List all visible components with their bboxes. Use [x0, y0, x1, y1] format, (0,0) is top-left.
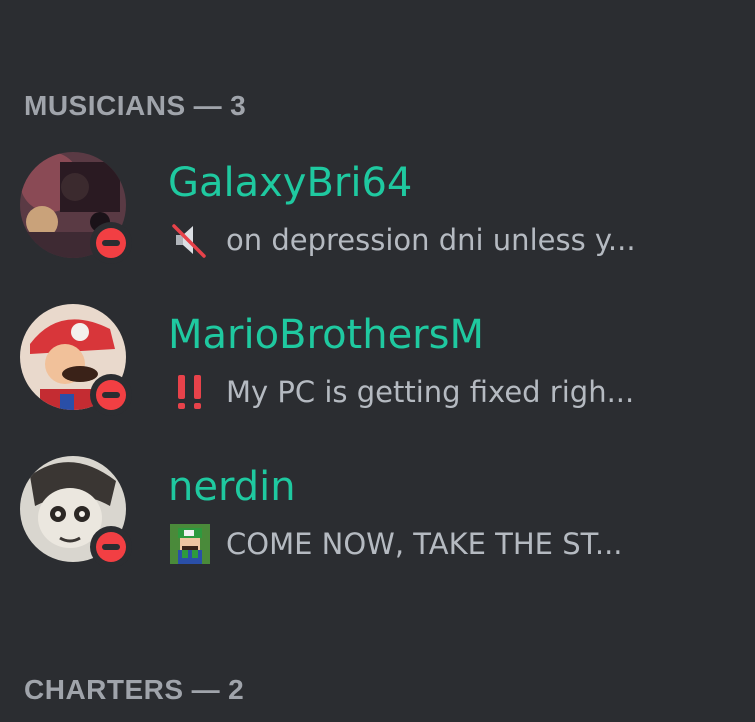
- status-indicator: [90, 374, 132, 416]
- section-title: CHARTERS: [24, 674, 184, 705]
- member-list-item[interactable]: GalaxyBri64 on depression dni unless y..…: [20, 152, 740, 272]
- dnd-status-icon: [96, 228, 126, 258]
- luigi-emoji-icon: [168, 524, 212, 564]
- avatar-container[interactable]: [20, 152, 132, 264]
- activity-text: My PC is getting fixed righ...: [226, 375, 635, 409]
- section-separator: —: [191, 674, 221, 705]
- member-activity: COME NOW, TAKE THE ST...: [168, 524, 708, 564]
- member-username[interactable]: nerdin: [168, 464, 296, 510]
- double-exclamation-icon: [168, 372, 212, 412]
- section-count: 3: [230, 90, 247, 121]
- avatar-container[interactable]: [20, 456, 132, 568]
- member-list-item[interactable]: nerdin COME NOW, TAKE THE ST...: [20, 456, 740, 576]
- status-indicator: [90, 526, 132, 568]
- activity-text: COME NOW, TAKE THE ST...: [226, 527, 623, 561]
- member-activity: on depression dni unless y...: [168, 220, 708, 260]
- member-list-item[interactable]: MarioBrothersM My PC is getting fixed ri…: [20, 304, 740, 424]
- member-username[interactable]: MarioBrothersM: [168, 312, 484, 358]
- section-header-musicians: MUSICIANS —3: [24, 90, 246, 122]
- section-header-charters: CHARTERS —2: [24, 674, 244, 706]
- muted-speaker-icon: [168, 220, 212, 260]
- dnd-status-icon: [96, 380, 126, 410]
- activity-text: on depression dni unless y...: [226, 223, 636, 257]
- member-username[interactable]: GalaxyBri64: [168, 160, 412, 206]
- dnd-status-icon: [96, 532, 126, 562]
- status-indicator: [90, 222, 132, 264]
- section-separator: —: [193, 90, 223, 121]
- section-title: MUSICIANS: [24, 90, 186, 121]
- section-count: 2: [228, 674, 245, 705]
- avatar-container[interactable]: [20, 304, 132, 416]
- member-activity: My PC is getting fixed righ...: [168, 372, 708, 412]
